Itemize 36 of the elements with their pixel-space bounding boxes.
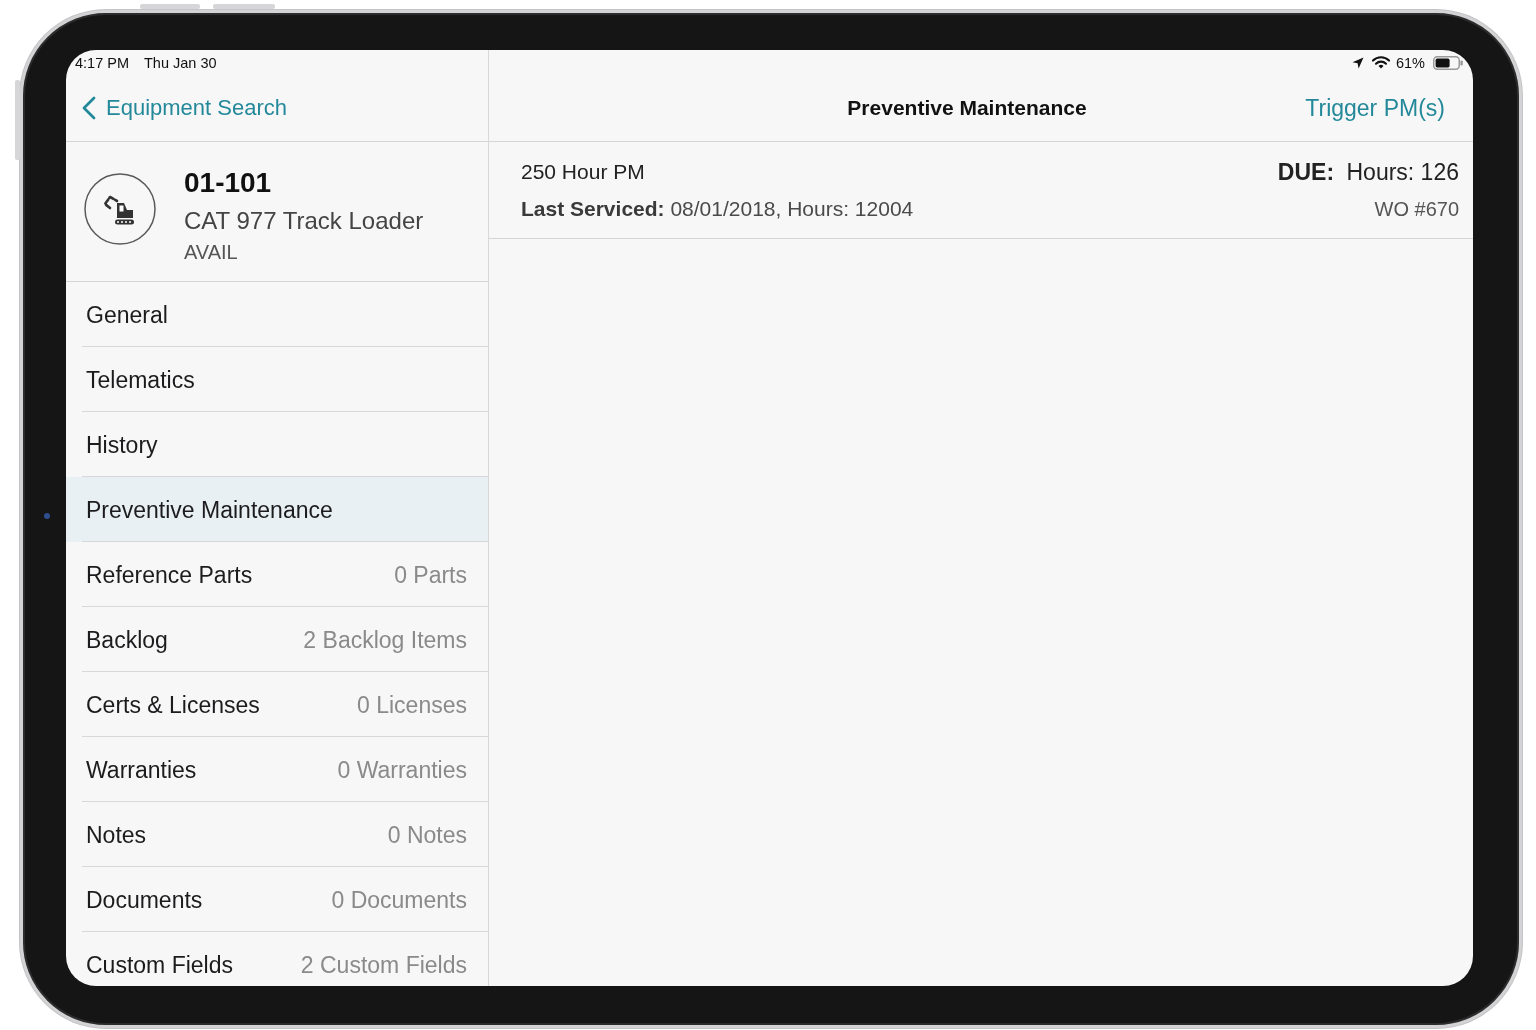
last-serviced-text: Last Serviced: 08/01/2018, Hours: 12004 (521, 196, 914, 222)
item-count: 2 Backlog Items (303, 626, 467, 654)
sidebar-item[interactable]: Preventive Maintenance (66, 477, 488, 542)
sidebar-item[interactable]: Custom Fields 2 Custom Fields (66, 932, 488, 986)
sidebar-item[interactable]: Telematics (66, 347, 488, 412)
sidebar-item[interactable]: Warranties 0 Warranties (66, 737, 488, 802)
sidebar-item[interactable]: Reference Parts 0 Parts (66, 542, 488, 607)
item-count: 0 Notes (387, 821, 467, 849)
back-button[interactable]: Equipment Search (82, 95, 287, 121)
item-count: 0 Warranties (337, 756, 467, 784)
equipment-status: AVAIL (184, 240, 239, 265)
work-order-number: WO #670 (1374, 197, 1459, 222)
trigger-pm-button[interactable]: Trigger PM(s) (1305, 94, 1445, 122)
item-count: 2 Custom Fields (300, 951, 467, 979)
location-arrow-icon (1351, 56, 1364, 69)
equipment-name: CAT 977 Track Loader (184, 206, 424, 236)
wifi-icon (1371, 56, 1390, 69)
pm-name: 250 Hour PM (521, 159, 646, 185)
sidebar-item[interactable]: General (66, 282, 488, 347)
back-chevron-icon (82, 96, 96, 120)
item-count: 0 Documents (331, 886, 467, 914)
battery-icon (1433, 55, 1463, 70)
sidebar-item[interactable]: Certs & Licenses 0 Licenses (66, 672, 488, 737)
sidebar-item[interactable]: Documents 0 Documents (66, 867, 488, 932)
status-date: Thu Jan 30 (144, 54, 217, 71)
item-count: 0 Licenses (357, 691, 467, 719)
sidebar-item[interactable]: Backlog 2 Backlog Items (66, 607, 488, 672)
camera-lens-icon (44, 513, 50, 519)
sidebar-item[interactable]: Notes 0 Notes (66, 802, 488, 867)
status-time: 4:17 PM (75, 54, 129, 71)
battery-percent: 61% (1395, 54, 1425, 71)
due-text: DUE: Hours: 126 (1277, 158, 1459, 187)
page-title: Preventive Maintenance (847, 96, 1087, 120)
excavator-icon (84, 173, 156, 245)
equipment-id: 01-101 (184, 166, 273, 200)
item-count: 0 Parts (394, 561, 467, 589)
